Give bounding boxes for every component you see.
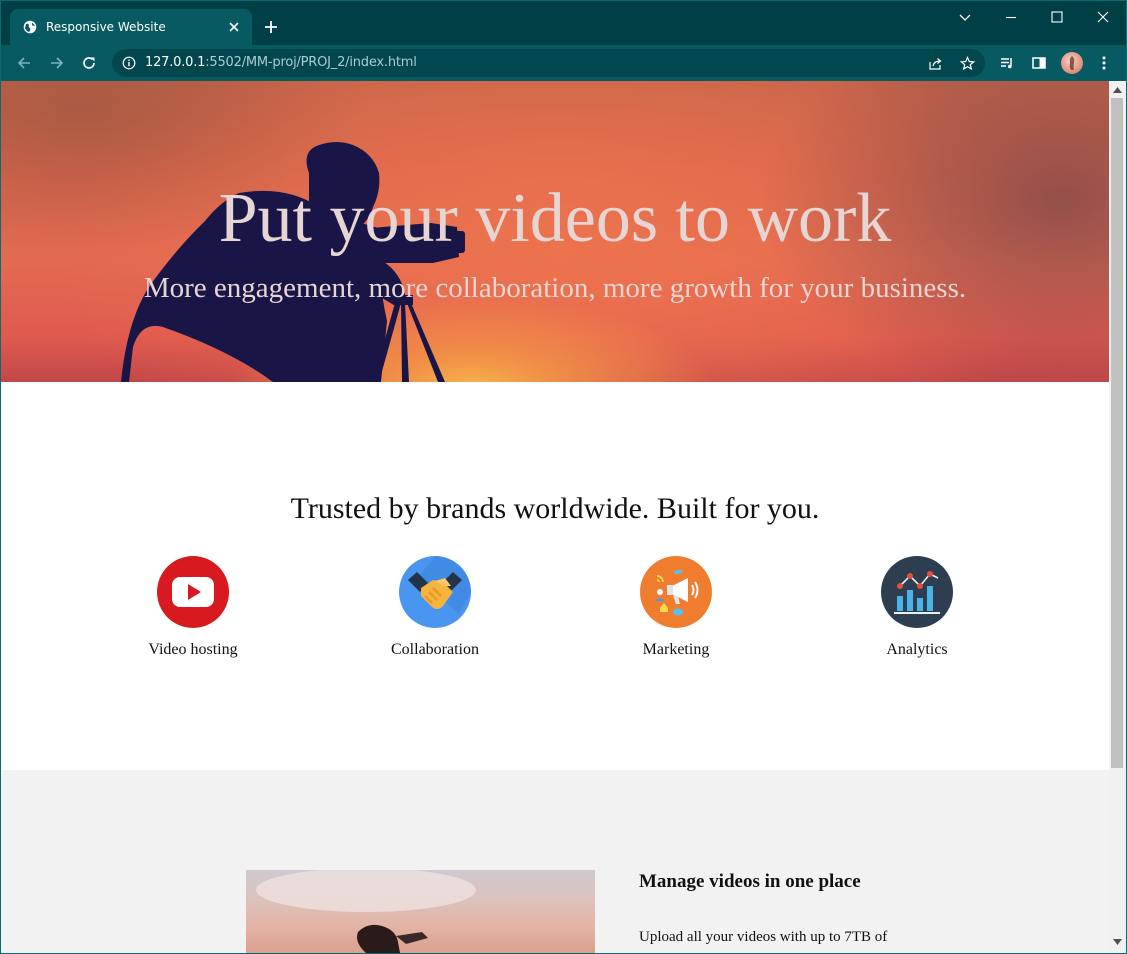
feature-marketing: Marketing [596,556,756,666]
feature-collaboration: Collaboration [355,556,515,666]
scroll-down-arrow-icon[interactable] [1113,939,1122,945]
profile-picture-icon [1069,56,1075,70]
page-scrollbar[interactable] [1109,81,1126,953]
feature-video-hosting: Video hosting [113,556,273,666]
forward-icon[interactable] [49,55,65,71]
features-section: Trusted by brands worldwide. Built for y… [1,382,1109,770]
manage-section-photo [246,870,595,953]
bookmark-star-icon[interactable] [960,56,975,71]
site-info-icon[interactable] [122,56,136,70]
minimize-icon[interactable] [1003,9,1019,25]
scrollbar-thumb[interactable] [1111,98,1123,768]
globe-icon [23,20,37,34]
manage-description: Upload all your videos with up to 7TB of [639,929,888,945]
person-photo [256,870,476,953]
browser-toolbar: 127.0.0.1:5502/MM-proj/PROJ_2/index.html [1,45,1126,81]
handshake-icon [399,556,471,628]
manage-heading: Manage videos in one place [639,871,861,892]
megaphone-icon [640,556,712,628]
hero-title: Put your videos to work [218,180,892,257]
url-path: :5502/MM-proj/PROJ_2/index.html [205,55,417,70]
new-tab-icon[interactable] [263,19,279,35]
kebab-menu-icon[interactable] [1096,55,1112,71]
share-icon[interactable] [928,56,943,71]
close-window-icon[interactable] [1095,9,1111,25]
manage-section: Manage videos in one place Upload all yo… [1,770,1109,953]
tab-strip: Responsive Website [1,1,1126,45]
browser-tab[interactable]: Responsive Website [10,9,252,45]
browser-window: Responsive Website 127.0.0.1:5502/MM-pro… [0,0,1127,954]
feature-icon-circle [399,556,471,628]
scroll-up-arrow-icon[interactable] [1113,87,1122,93]
reading-list-icon[interactable] [999,55,1015,71]
hero-section: Put your videos to work More engagement,… [1,81,1109,382]
feature-icon-circle [640,556,712,628]
page-viewport: Put your videos to work More engagement,… [1,81,1109,953]
url-text: 127.0.0.1:5502/MM-proj/PROJ_2/index.html [145,55,417,70]
features-heading: Trusted by brands worldwide. Built for y… [290,492,820,525]
reload-icon[interactable] [81,55,97,71]
feature-icon-circle [157,556,229,628]
youtube-play-icon [157,556,229,628]
url-host: 127.0.0.1 [145,55,206,70]
hero-subtitle: More engagement, more collaboration, mor… [143,272,967,304]
back-icon[interactable] [16,55,32,71]
profile-avatar[interactable] [1061,52,1083,74]
close-tab-icon[interactable] [228,21,240,33]
tab-title: Responsive Website [46,20,166,34]
bar-chart-icon [881,556,953,628]
feature-analytics: Analytics [837,556,997,666]
feature-label: Video hosting [148,641,238,658]
side-panel-icon[interactable] [1031,55,1047,71]
tab-search-chevron-icon[interactable] [957,9,973,25]
feature-label: Collaboration [391,641,479,658]
feature-label: Analytics [886,641,948,658]
feature-label: Marketing [642,641,710,658]
maximize-icon[interactable] [1049,9,1065,25]
feature-icon-circle [881,556,953,628]
address-bar[interactable]: 127.0.0.1:5502/MM-proj/PROJ_2/index.html [112,49,985,77]
